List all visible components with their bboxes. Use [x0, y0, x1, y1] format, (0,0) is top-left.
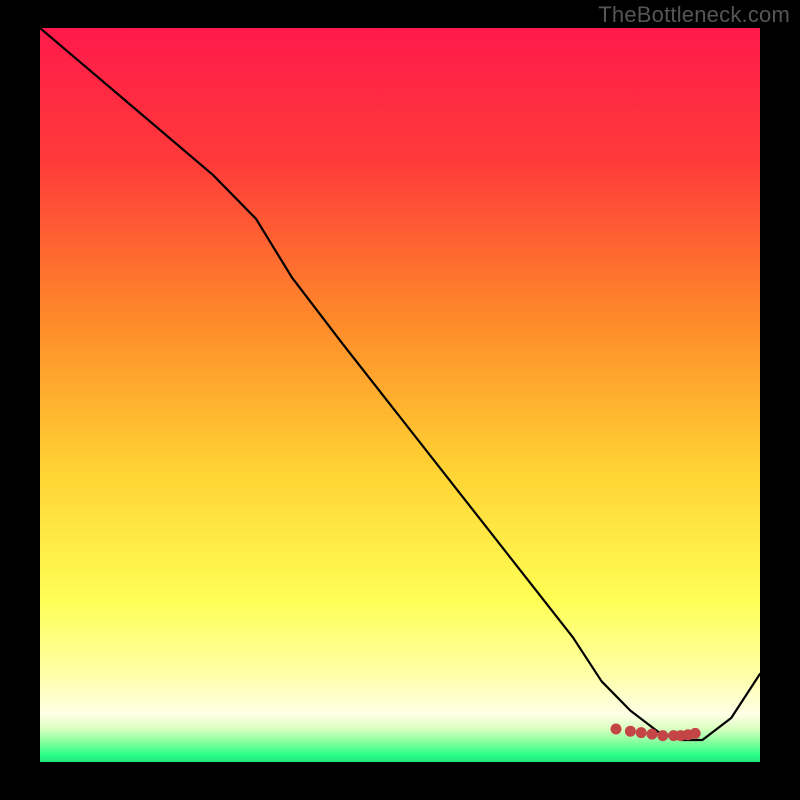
marker-dot — [636, 727, 647, 738]
marker-dot — [690, 728, 701, 739]
chart-frame: TheBottleneck.com — [0, 0, 800, 800]
watermark-text: TheBottleneck.com — [598, 2, 790, 28]
plot-area — [40, 28, 760, 762]
marker-dot — [611, 724, 622, 735]
chart-svg — [40, 28, 760, 762]
marker-dot — [625, 726, 636, 737]
marker-dot — [647, 729, 658, 740]
gradient-background — [40, 28, 760, 762]
marker-dot — [657, 730, 668, 741]
